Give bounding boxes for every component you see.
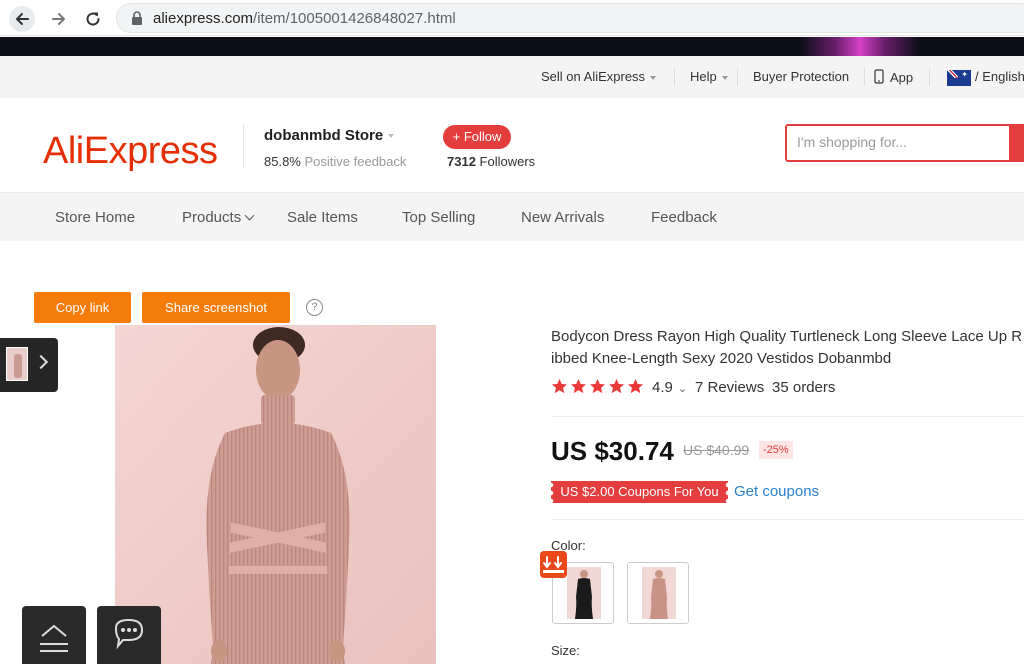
get-coupons-link[interactable]: Get coupons: [734, 483, 819, 500]
language-selector[interactable]: / English: [947, 69, 1024, 86]
store-header: AliExpress dobanmbd Store 85.8% Positive…: [0, 98, 1024, 192]
store-feedback: 85.8% Positive feedback: [264, 154, 406, 169]
nav-products-label: Products: [182, 209, 242, 226]
language-label: / English: [975, 69, 1024, 84]
followers-number: 7312: [447, 154, 476, 169]
nav-sale-items[interactable]: Sale Items: [287, 209, 358, 226]
hot-badge-icon: [540, 551, 567, 578]
scroll-to-top-button[interactable]: [22, 606, 86, 664]
star-icon: [590, 379, 605, 394]
url-text: aliexpress.com/item/1005001426848027.htm…: [153, 10, 456, 27]
chat-button[interactable]: [97, 606, 161, 664]
url-path: /item/1005001426848027.html: [253, 10, 456, 27]
caret-down-icon: [721, 75, 728, 80]
address-bar[interactable]: aliexpress.com/item/1005001426848027.htm…: [116, 3, 1024, 33]
promo-banner-art: [800, 37, 920, 56]
help-label: Help: [690, 69, 717, 84]
forward-arrow-icon[interactable]: [46, 6, 72, 32]
separator: [929, 68, 930, 86]
browser-toolbar: aliexpress.com/item/1005001426848027.htm…: [0, 0, 1024, 36]
size-label: Size:: [551, 643, 580, 658]
star-icon: [552, 379, 567, 394]
thumbnail-drawer-tab[interactable]: [0, 338, 58, 392]
swatch-image: [567, 567, 601, 619]
back-arrow-icon[interactable]: [9, 6, 35, 32]
divider: [551, 519, 1024, 520]
caret-down-icon: [650, 75, 657, 80]
thumbnail-image: [6, 347, 28, 381]
product-title-line-2: ibbed Knee-Length Sexy 2020 Vestidos Dob…: [551, 350, 892, 367]
search-input[interactable]: [797, 134, 997, 150]
copy-link-button[interactable]: Copy link: [34, 292, 131, 323]
orders-count: 35 orders: [772, 379, 836, 396]
star-icon: [628, 379, 643, 394]
phone-icon: [874, 69, 884, 84]
store-name-text: dobanmbd Store: [264, 127, 384, 144]
product-title: Bodycon Dress Rayon High Quality Turtlen…: [551, 326, 1024, 370]
app-link[interactable]: App: [874, 69, 913, 85]
separator: [674, 68, 675, 86]
australia-flag-icon: [947, 69, 971, 86]
nav-top-selling[interactable]: Top Selling: [402, 209, 475, 226]
followers-label: Followers: [479, 154, 536, 169]
coupon-badge[interactable]: US $2.00 Coupons For You: [551, 481, 728, 503]
current-price: US $30.74: [551, 436, 674, 466]
chevron-down-icon: [244, 210, 255, 221]
product-title-line-1: Bodycon Dress Rayon High Quality Turtlen…: [551, 328, 1023, 345]
caret-down-icon: [388, 134, 395, 139]
sell-on-aliexpress-link[interactable]: Sell on AliExpress: [541, 69, 657, 84]
app-label: App: [890, 70, 914, 85]
star-icon: [571, 379, 586, 394]
follow-button[interactable]: + Follow: [443, 125, 511, 149]
nav-store-home[interactable]: Store Home: [55, 209, 135, 226]
share-screenshot-button[interactable]: Share screenshot: [142, 292, 290, 323]
chat-icon: [114, 618, 144, 650]
utility-bar: Sell on AliExpress Help Buyer Protection…: [0, 56, 1024, 98]
promo-banner[interactable]: [0, 37, 1024, 56]
search-box: [785, 124, 1024, 162]
url-domain: aliexpress.com: [153, 10, 254, 27]
original-price: US $40.99: [683, 442, 750, 458]
product-photo: [115, 325, 436, 664]
nav-products[interactable]: Products: [182, 209, 255, 226]
reload-icon[interactable]: [80, 6, 106, 32]
store-name[interactable]: dobanmbd Store: [264, 127, 395, 144]
reviews-link[interactable]: 7 Reviews: [695, 379, 764, 396]
product-main-image[interactable]: [115, 325, 436, 664]
swatch-image: [642, 567, 676, 619]
rating-stars: [552, 379, 643, 394]
lock-icon: [131, 11, 143, 31]
followers-count: 7312 Followers: [447, 154, 535, 169]
chevron-right-icon: [33, 354, 49, 370]
scroll-top-icon: [40, 624, 68, 652]
search-button[interactable]: [1009, 124, 1024, 162]
help-link[interactable]: Help: [690, 69, 728, 84]
chevron-down-icon[interactable]: ⌄: [678, 382, 687, 395]
sell-label: Sell on AliExpress: [541, 69, 646, 84]
feedback-label: Positive feedback: [304, 154, 407, 169]
rating-value[interactable]: 4.9: [652, 379, 673, 396]
nav-new-arrivals[interactable]: New Arrivals: [521, 209, 604, 226]
star-icon: [609, 379, 624, 394]
aliexpress-logo[interactable]: AliExpress: [43, 130, 218, 173]
feedback-percent: 85.8%: [264, 154, 301, 169]
separator: [864, 68, 865, 86]
divider: [551, 416, 1024, 417]
separator: [737, 68, 738, 86]
discount-badge: -25%: [759, 441, 793, 459]
buyer-protection-link[interactable]: Buyer Protection: [753, 69, 849, 84]
help-icon[interactable]: ?: [306, 299, 323, 316]
divider: [243, 124, 244, 168]
store-nav: Store Home Products Sale Items Top Selli…: [0, 192, 1024, 241]
color-swatch-nude[interactable]: [627, 562, 689, 624]
nav-feedback[interactable]: Feedback: [651, 209, 717, 226]
